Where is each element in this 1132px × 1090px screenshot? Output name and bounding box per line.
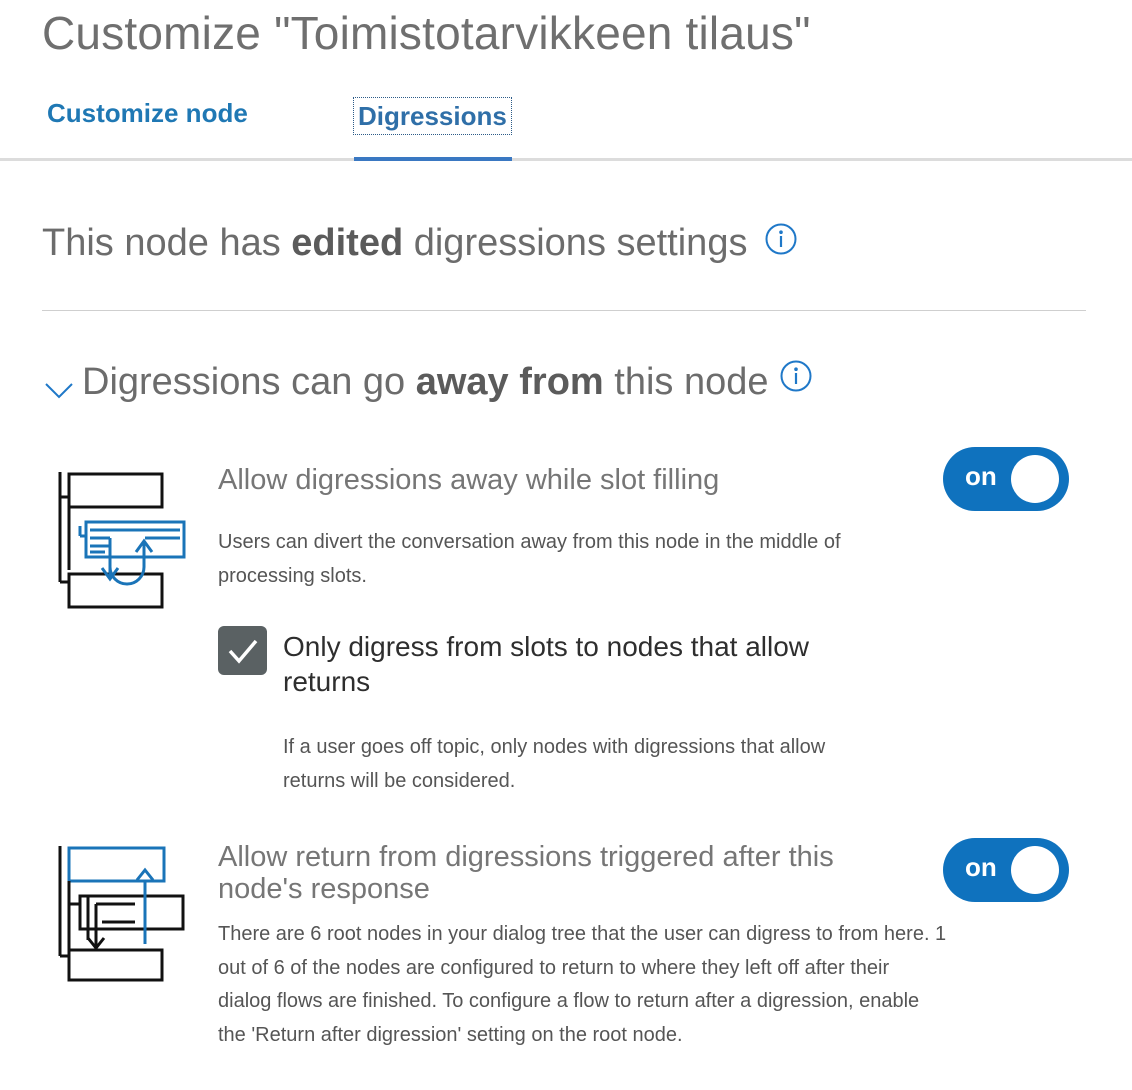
tab-customize-node[interactable]: Customize node — [47, 98, 248, 129]
section-divider — [42, 310, 1086, 311]
checkmark-icon — [228, 639, 258, 664]
allow-return-setting-description: There are 6 root nodes in your dialog tr… — [218, 923, 947, 1046]
info-circle-icon[interactable] — [769, 360, 813, 398]
page-title: Customize "Toimistotarvikkeen tilaus" — [42, 7, 811, 59]
toggle-label: on — [965, 461, 997, 491]
digressions-status: This node has edited digressions setting… — [42, 222, 798, 266]
tab-bar-divider — [0, 158, 1132, 161]
only-returns-description: If a user goes off topic, only nodes wit… — [283, 736, 826, 792]
slot-filling-toggle[interactable]: on — [943, 447, 1069, 511]
section-away-from-node-header[interactable]: Digressions can go away from this node — [42, 356, 813, 408]
only-returns-label[interactable]: Only digress from slots to nodes that al… — [283, 629, 903, 699]
only-returns-checkbox[interactable] — [218, 626, 267, 675]
status-emphasis: edited — [291, 222, 404, 264]
toggle-knob — [1011, 846, 1059, 894]
allow-return-toggle[interactable]: on — [943, 838, 1069, 902]
chevron-down-icon — [45, 383, 73, 399]
toggle-label: on — [965, 852, 997, 882]
status-prefix: This node has — [42, 222, 292, 264]
section-emphasis: away from — [415, 360, 604, 403]
slot-filling-setting-title: Allow digressions away while slot fillin… — [218, 464, 720, 496]
return-from-digression-illustration — [58, 846, 185, 982]
slot-filling-setting-description: Users can divert the conversation away f… — [218, 531, 841, 587]
section-title: Digressions can go away from this node — [82, 361, 769, 404]
allow-return-setting-title: Allow return from digressions triggered … — [218, 841, 834, 905]
digressions-panel: Customize "Toimistotarvikkeen tilaus" Cu… — [0, 0, 1132, 1090]
slot-filling-digression-illustration — [58, 472, 186, 609]
active-tab-indicator — [354, 157, 512, 161]
tab-digressions[interactable]: Digressions — [353, 97, 512, 135]
status-suffix: digressions settings — [403, 222, 748, 264]
info-circle-icon[interactable] — [758, 223, 798, 266]
toggle-knob — [1011, 455, 1059, 503]
tab-bar: Customize node Digressions — [0, 90, 1132, 162]
section-suffix: this node — [603, 360, 769, 403]
section-prefix: Digressions can go — [82, 360, 416, 403]
